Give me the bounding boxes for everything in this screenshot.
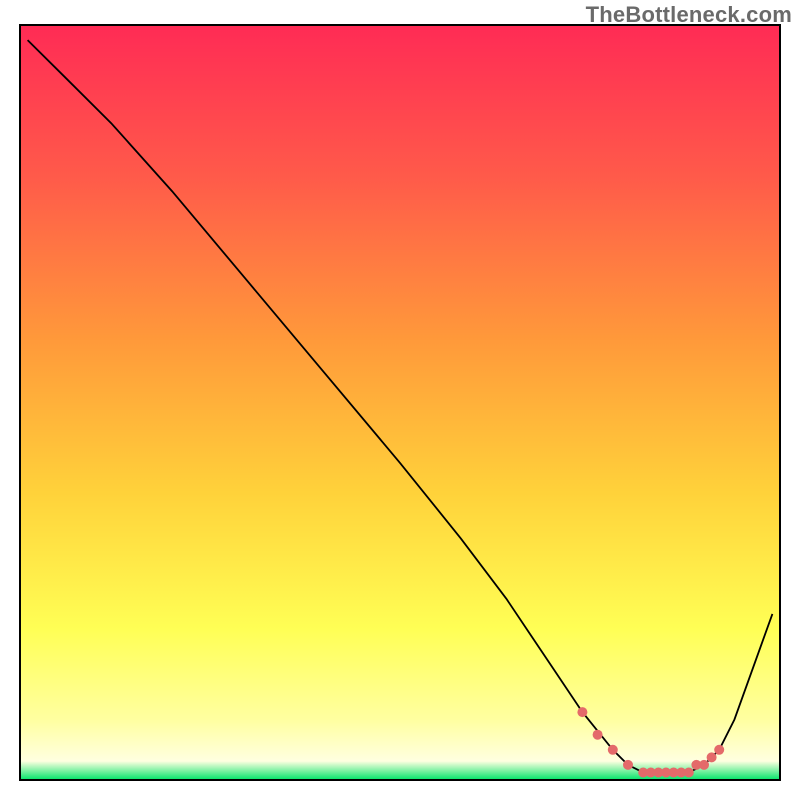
watermark-label: TheBottleneck.com bbox=[586, 2, 792, 28]
well-dot bbox=[608, 745, 618, 755]
bottleneck-chart bbox=[0, 0, 800, 800]
well-dot bbox=[593, 730, 603, 740]
well-dot bbox=[714, 745, 724, 755]
well-dot bbox=[699, 760, 709, 770]
well-dot bbox=[623, 760, 633, 770]
chart-stage: TheBottleneck.com bbox=[0, 0, 800, 800]
well-dot bbox=[707, 752, 717, 762]
chart-background bbox=[20, 25, 780, 780]
well-dot bbox=[684, 768, 694, 778]
well-dot bbox=[577, 707, 587, 717]
